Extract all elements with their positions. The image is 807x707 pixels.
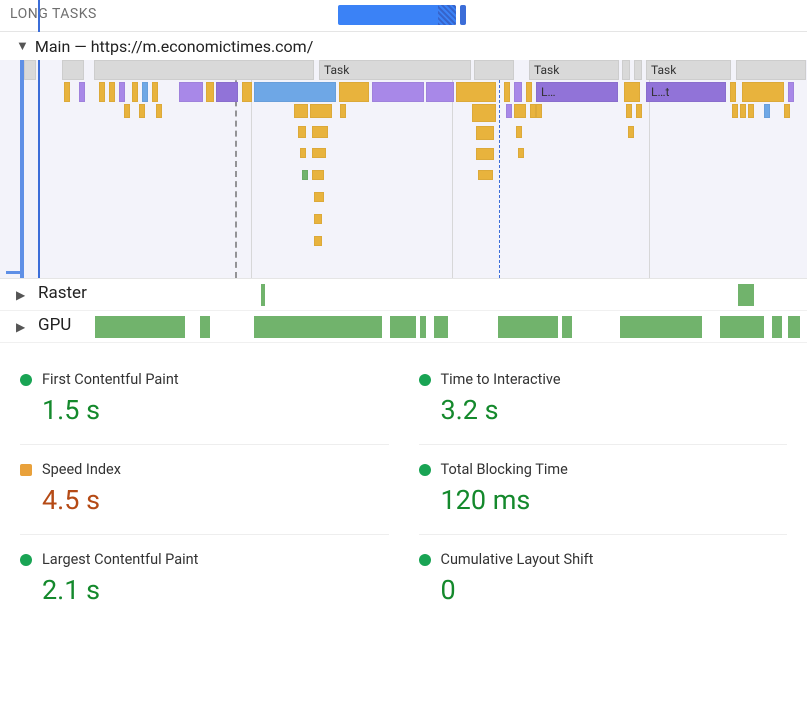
flamegraph[interactable]: Task Task Task: [20, 60, 807, 278]
chevron-down-icon[interactable]: ▼: [16, 38, 29, 54]
long-task-block[interactable]: [460, 5, 466, 25]
track-collapse-handle[interactable]: [6, 271, 24, 274]
task-segment[interactable]: Task: [529, 60, 619, 80]
status-good-icon: [20, 374, 32, 386]
task-segment[interactable]: Task: [319, 60, 471, 80]
metric-value: 3.2 s: [441, 394, 788, 426]
metric-fcp[interactable]: First Contentful Paint 1.5 s: [20, 355, 389, 445]
status-good-icon: [419, 554, 431, 566]
status-good-icon: [419, 464, 431, 476]
performance-metrics: First Contentful Paint 1.5 s Time to Int…: [0, 343, 807, 632]
gpu-label: GPU: [34, 315, 75, 335]
metric-label: Total Blocking Time: [441, 461, 568, 478]
metric-label: Time to Interactive: [441, 371, 561, 388]
metric-tbt[interactable]: Total Blocking Time 120 ms: [419, 445, 788, 535]
metric-label: Largest Contentful Paint: [42, 551, 198, 568]
long-tasks-label: LONG TASKS: [10, 6, 97, 22]
long-task-block[interactable]: [338, 5, 456, 25]
raster-track[interactable]: ▶ Raster: [0, 279, 807, 311]
status-warn-icon: [20, 464, 32, 476]
task-segment[interactable]: Task: [646, 60, 731, 80]
metric-label: First Contentful Paint: [42, 371, 179, 388]
metric-si[interactable]: Speed Index 4.5 s: [20, 445, 389, 535]
flame-segment[interactable]: L…t: [646, 82, 726, 102]
flame-segment[interactable]: L…: [536, 82, 618, 102]
metric-value: 0: [441, 574, 788, 606]
status-good-icon: [419, 374, 431, 386]
metric-value: 1.5 s: [42, 394, 389, 426]
main-track-header[interactable]: ▼ Main — https://m.economictimes.com/: [0, 32, 807, 60]
gpu-track[interactable]: ▶ GPU: [0, 311, 807, 343]
metric-lcp[interactable]: Largest Contentful Paint 2.1 s: [20, 535, 389, 624]
metric-tti[interactable]: Time to Interactive 3.2 s: [419, 355, 788, 445]
metric-label: Speed Index: [42, 461, 121, 478]
metric-cls[interactable]: Cumulative Layout Shift 0: [419, 535, 788, 624]
metric-label: Cumulative Layout Shift: [441, 551, 594, 568]
raster-label: Raster: [34, 283, 91, 303]
status-good-icon: [20, 554, 32, 566]
metric-value: 2.1 s: [42, 574, 389, 606]
long-tasks-track[interactable]: LONG TASKS: [0, 0, 807, 32]
main-thread-track[interactable]: ▼ Main — https://m.economictimes.com/ Ta…: [0, 32, 807, 279]
metric-value: 120 ms: [441, 484, 788, 516]
main-track-title: Main — https://m.economictimes.com/: [35, 37, 313, 56]
timeline-marker: [38, 0, 40, 32]
metric-value: 4.5 s: [42, 484, 389, 516]
